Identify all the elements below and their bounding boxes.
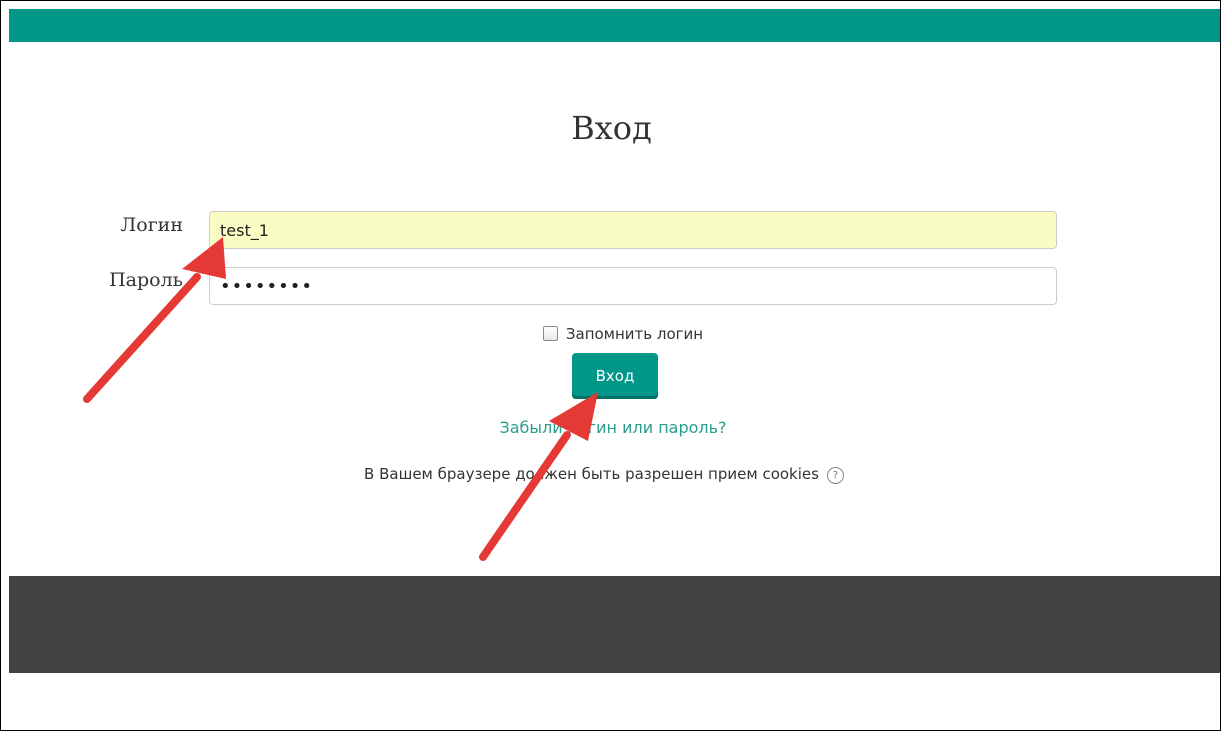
cookies-notice-text: В Вашем браузере должен быть разрешен пр… (364, 465, 819, 483)
forgot-password-link[interactable]: Забыли логин или пароль? (1, 418, 1220, 437)
password-label: Пароль (109, 269, 183, 291)
page-footer (9, 576, 1220, 673)
question-circle-icon[interactable]: ? (826, 467, 844, 484)
remember-checkbox[interactable] (542, 326, 558, 341)
login-page: Вход Логин Пароль Запомнить логин Вход З… (0, 0, 1221, 731)
username-label: Логин (120, 214, 183, 236)
top-navbar (9, 9, 1220, 42)
login-button[interactable]: Вход (572, 353, 658, 399)
password-input[interactable] (209, 267, 1057, 305)
cookies-notice: В Вашем браузере должен быть разрешен пр… (1, 465, 1207, 484)
arrow-icon (83, 237, 226, 403)
page-title: Вход (571, 109, 652, 147)
username-input[interactable] (209, 211, 1057, 249)
remember-login: Запомнить логин (1, 325, 1220, 343)
remember-label[interactable]: Запомнить логин (566, 325, 703, 343)
